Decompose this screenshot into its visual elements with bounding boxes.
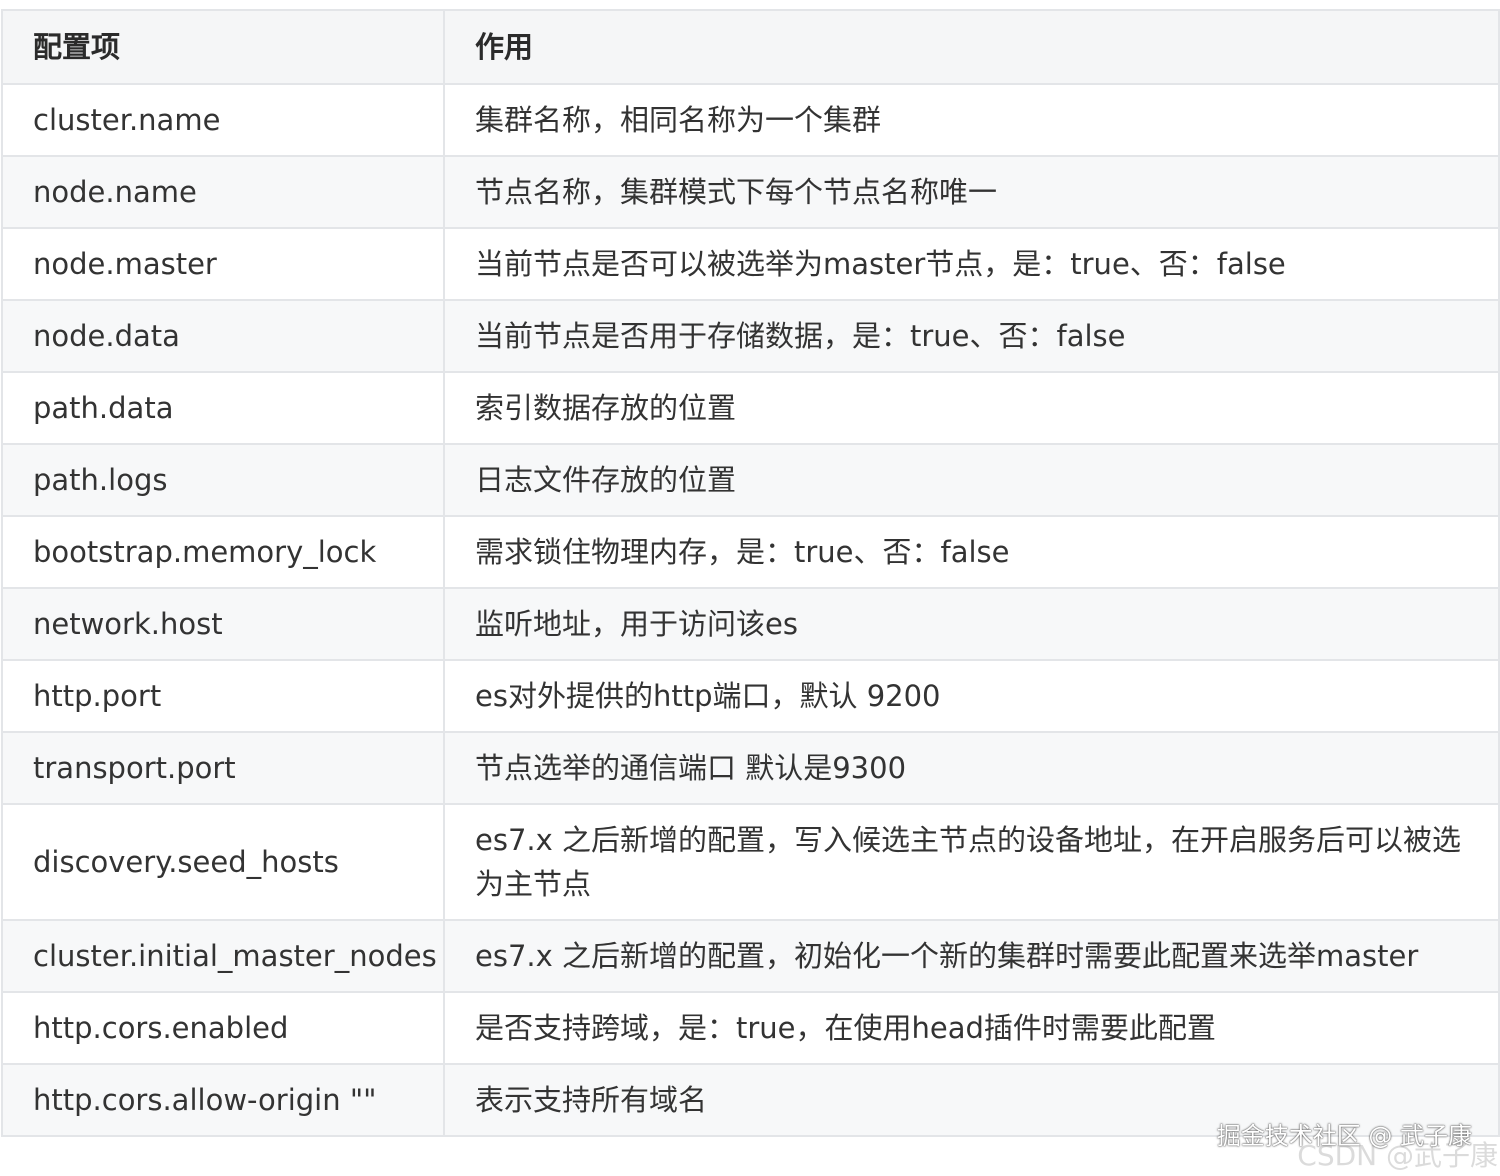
table-row: transport.port 节点选举的通信端口 默认是9300	[1, 731, 1500, 805]
config-desc: 当前节点是否可以被选举为master节点，是：true、否：false	[443, 227, 1500, 301]
header-purpose: 作用	[443, 9, 1500, 85]
config-key: transport.port	[1, 731, 445, 805]
config-desc: 监听地址，用于访问该es	[443, 587, 1500, 661]
table-row: network.host 监听地址，用于访问该es	[1, 587, 1500, 661]
table-row: http.port es对外提供的http端口，默认 9200	[1, 659, 1500, 733]
config-desc: 表示支持所有域名	[443, 1063, 1500, 1137]
config-key: path.data	[1, 371, 445, 445]
config-desc: 节点选举的通信端口 默认是9300	[443, 731, 1500, 805]
config-key: http.cors.allow-origin ""	[1, 1063, 445, 1137]
config-key: node.name	[1, 155, 445, 229]
table-row: bootstrap.memory_lock 需求锁住物理内存，是：true、否：…	[1, 515, 1500, 589]
table-row: path.logs 日志文件存放的位置	[1, 443, 1500, 517]
config-desc: es7.x 之后新增的配置，写入候选主节点的设备地址，在开启服务后可以被选为主节…	[443, 803, 1500, 921]
config-key: path.logs	[1, 443, 445, 517]
table-row: cluster.initial_master_nodes es7.x 之后新增的…	[1, 919, 1500, 993]
table-row: node.master 当前节点是否可以被选举为master节点，是：true、…	[1, 227, 1500, 301]
config-desc: 当前节点是否用于存储数据，是：true、否：false	[443, 299, 1500, 373]
config-key: discovery.seed_hosts	[1, 803, 445, 921]
config-key: cluster.initial_master_nodes	[1, 919, 445, 993]
config-key: cluster.name	[1, 83, 445, 157]
table-row: http.cors.allow-origin "" 表示支持所有域名	[1, 1063, 1500, 1137]
table-row: node.data 当前节点是否用于存储数据，是：true、否：false	[1, 299, 1500, 373]
config-desc: 日志文件存放的位置	[443, 443, 1500, 517]
config-desc: es7.x 之后新增的配置，初始化一个新的集群时需要此配置来选举master	[443, 919, 1500, 993]
config-key: http.cors.enabled	[1, 991, 445, 1065]
config-key: node.data	[1, 299, 445, 373]
config-key: bootstrap.memory_lock	[1, 515, 445, 589]
table-row: path.data 索引数据存放的位置	[1, 371, 1500, 445]
csdn-watermark: CSDN @武子康	[1297, 1139, 1498, 1172]
config-key: http.port	[1, 659, 445, 733]
config-desc: es对外提供的http端口，默认 9200	[443, 659, 1500, 733]
config-key: node.master	[1, 227, 445, 301]
table-row: discovery.seed_hosts es7.x 之后新增的配置，写入候选主…	[1, 803, 1500, 921]
config-desc: 需求锁住物理内存，是：true、否：false	[443, 515, 1500, 589]
table-row: node.name 节点名称，集群模式下每个节点名称唯一	[1, 155, 1500, 229]
config-desc: 集群名称，相同名称为一个集群	[443, 83, 1500, 157]
header-row: 配置项 作用	[1, 9, 1500, 85]
header-config-item: 配置项	[1, 9, 445, 85]
table-row: cluster.name 集群名称，相同名称为一个集群	[1, 83, 1500, 157]
config-desc: 索引数据存放的位置	[443, 371, 1500, 445]
config-desc: 节点名称，集群模式下每个节点名称唯一	[443, 155, 1500, 229]
config-desc: 是否支持跨域，是：true，在使用head插件时需要此配置	[443, 991, 1500, 1065]
config-key: network.host	[1, 587, 445, 661]
table-row: http.cors.enabled 是否支持跨域，是：true，在使用head插…	[1, 991, 1500, 1065]
config-table: 配置项 作用 cluster.name 集群名称，相同名称为一个集群 node.…	[1, 9, 1500, 1137]
